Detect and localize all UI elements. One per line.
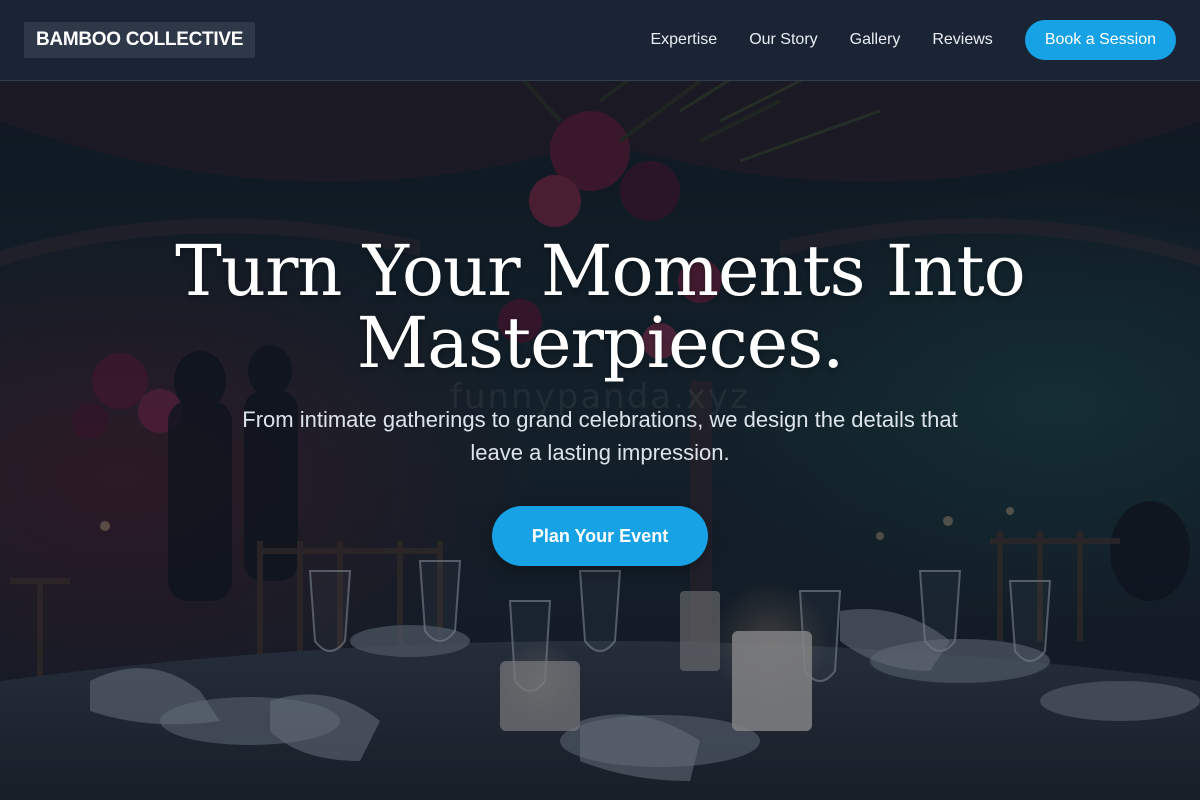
hero-headline-line1: Turn Your Moments Into — [175, 230, 1026, 312]
brand-logo[interactable]: BAMBOO COLLECTIVE — [24, 22, 256, 58]
hero-headline: Turn Your Moments Into Masterpieces. — [100, 235, 1100, 379]
plan-event-button[interactable]: Plan Your Event — [492, 506, 708, 566]
hero-subtitle: From intimate gatherings to grand celebr… — [180, 403, 1020, 469]
hero-section: funnypanda.xyz Turn Your Moments Into Ma… — [0, 81, 1200, 800]
hero-headline-line2: Masterpieces. — [356, 302, 845, 384]
nav-link-gallery[interactable]: Gallery — [850, 31, 901, 49]
nav-link-expertise[interactable]: Expertise — [650, 31, 717, 49]
book-session-button[interactable]: Book a Session — [1024, 20, 1176, 60]
hero-subtitle-line2: leave a lasting impression. — [470, 440, 730, 465]
hero-subtitle-line1: From intimate gatherings to grand celebr… — [242, 407, 958, 432]
main-nav: Expertise Our Story Gallery Reviews Book… — [650, 20, 1176, 60]
nav-link-reviews[interactable]: Reviews — [932, 31, 992, 49]
site-header: BAMBOO COLLECTIVE Expertise Our Story Ga… — [0, 0, 1200, 81]
nav-link-our-story[interactable]: Our Story — [749, 31, 817, 49]
